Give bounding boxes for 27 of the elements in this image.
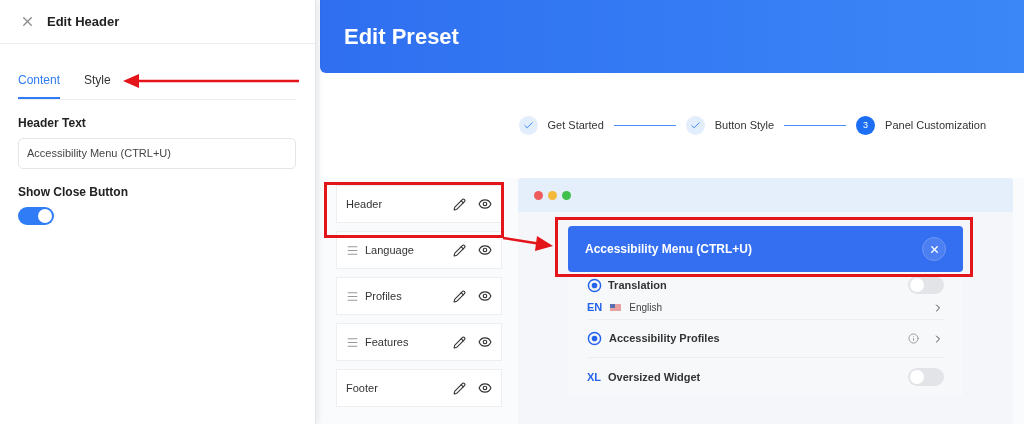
step-label: Button Style: [714, 118, 775, 134]
section-item[interactable]: Profiles: [336, 277, 502, 315]
panel-title: Edit Header: [47, 12, 120, 31]
size-label: XL: [587, 369, 602, 385]
section-item[interactable]: Header: [336, 185, 502, 223]
banner-title: Edit Preset: [344, 23, 459, 51]
tab[interactable]: Style: [84, 71, 111, 99]
section-label: Footer: [346, 380, 379, 396]
step-label: Get Started: [547, 118, 604, 134]
tab[interactable]: Content: [18, 71, 61, 99]
step-number: 3: [856, 116, 876, 135]
menu-title: Accessibility Menu (CTRL+U): [585, 241, 753, 258]
row-label: Accessibility Profiles: [609, 331, 721, 347]
section-label: Profiles: [365, 288, 403, 304]
step-label: Panel Customization: [885, 118, 986, 134]
language-code: EN: [587, 300, 603, 316]
header-text-field[interactable]: Accessibility Menu (CTRL+U): [18, 138, 296, 169]
toggle-label: Show Close Button: [18, 184, 129, 201]
section-item[interactable]: Features: [336, 323, 502, 361]
section-label: Header: [346, 196, 384, 212]
section-item[interactable]: Footer: [336, 369, 502, 407]
language-name: English: [629, 301, 664, 315]
row-label: Oversized Widget: [608, 369, 702, 385]
field-label: Header Text: [18, 115, 87, 132]
section-label: Language: [365, 242, 415, 258]
section-label: Features: [365, 334, 410, 350]
row-label: Translation: [608, 277, 668, 293]
